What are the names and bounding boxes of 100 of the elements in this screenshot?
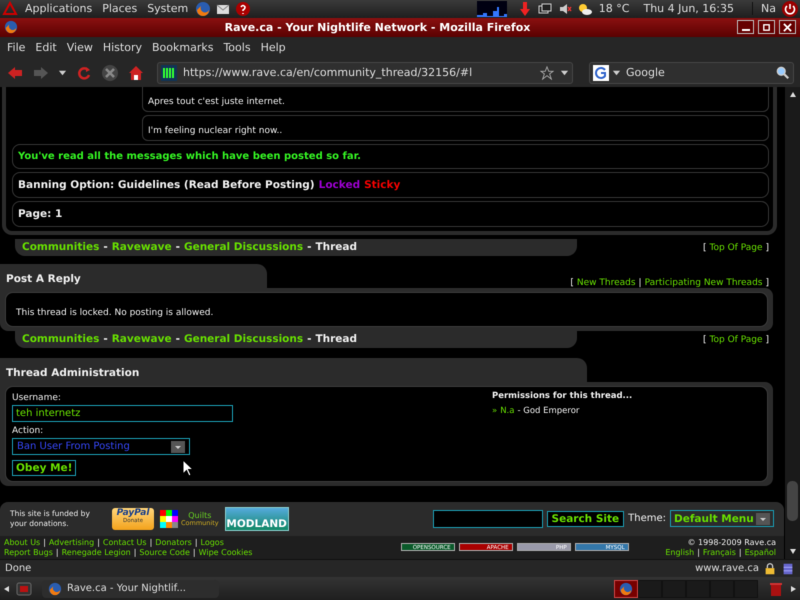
quilt-logo-icon[interactable]: [160, 510, 178, 528]
link-separator: |: [192, 548, 196, 557]
field-label: Username:: [12, 393, 61, 404]
address-field[interactable]: https://www.rave.ca/en/community_thread/32156/#l: [157, 62, 573, 84]
footer-link[interactable]: About Us: [4, 538, 40, 547]
breadcrumb-link[interactable]: Communities: [22, 333, 100, 346]
breadcrumb-link[interactable]: General Discussions: [184, 241, 304, 254]
footer-link[interactable]: Wipe Cookies: [198, 548, 252, 557]
modland-banner[interactable]: MODLAND: [224, 506, 289, 531]
breadcrumb-separator: -: [103, 241, 108, 254]
minimize-button[interactable]: [737, 20, 754, 34]
breadcrumb-link[interactable]: General Discussions: [184, 333, 304, 346]
search-site-button[interactable]: Search Site: [546, 510, 624, 527]
link-separator: |: [738, 548, 742, 557]
top-of-page-link[interactable]: Top Of Page: [710, 334, 762, 345]
submit-button[interactable]: Obey Me!: [12, 460, 76, 476]
permission-marker: »: [492, 406, 498, 416]
close-button[interactable]: [779, 20, 796, 34]
dropdown-icon[interactable]: [560, 68, 569, 78]
stop-icon[interactable]: [101, 64, 119, 82]
breadcrumb-link[interactable]: Communities: [22, 241, 100, 254]
menu-item[interactable]: Edit: [30, 41, 62, 54]
scrollbar[interactable]: [785, 87, 800, 560]
breadcrumb-separator: -: [176, 241, 180, 254]
firefox-icon: [4, 20, 18, 34]
breadcrumb-current: Thread: [315, 241, 358, 254]
thread-tag: Sticky: [364, 179, 400, 192]
menu-item[interactable]: Tools: [218, 41, 256, 54]
menu-item[interactable]: View: [62, 41, 98, 54]
mouse-cursor-icon: [182, 459, 194, 478]
url-text: https://www.rave.ca/en/community_thread/32156/#l: [183, 66, 474, 80]
panel-menu[interactable]: Applications: [22, 2, 96, 16]
breadcrumb-separator: -: [307, 333, 312, 346]
reply-text: Apres tout c'est juste internet.: [148, 97, 285, 108]
firefox-icon[interactable]: [619, 582, 633, 596]
panel-menu[interactable]: Places: [99, 2, 140, 16]
scroll-thumb[interactable]: [787, 481, 798, 522]
menu-item[interactable]: Help: [256, 41, 291, 54]
language-link[interactable]: English: [665, 548, 694, 557]
status-host: www.rave.ca: [695, 563, 759, 574]
lock-icon[interactable]: [763, 562, 777, 576]
firefox-icon[interactable]: [195, 0, 212, 17]
user-name[interactable]: Na: [752, 2, 778, 16]
link-separator: |: [697, 548, 700, 557]
power-icon[interactable]: [782, 0, 798, 17]
scroll-left-icon[interactable]: [2, 584, 12, 594]
thread-filter-link[interactable]: New Threads: [576, 278, 636, 288]
search-icon[interactable]: [776, 66, 790, 80]
link-separator: |: [638, 278, 642, 288]
clock[interactable]: Thu 4 Jun, 16:35: [641, 2, 736, 16]
user-link[interactable]: N.a: [500, 406, 514, 416]
scroll-right-icon[interactable]: [788, 584, 798, 594]
theme-dropdown[interactable]: Default Menu: [670, 510, 774, 528]
bracket: [: [703, 334, 707, 345]
minimize-icon: [742, 29, 750, 32]
menu-item[interactable]: History: [98, 41, 147, 54]
menu-item[interactable]: File: [2, 41, 30, 54]
search-field[interactable]: Google: [624, 65, 773, 80]
search-bar[interactable]: Google: [589, 62, 794, 84]
permissions-title: Permissions for this thread...: [492, 391, 632, 402]
breadcrumb-link[interactable]: Ravewave: [112, 241, 172, 254]
workspace-switcher[interactable]: [614, 580, 758, 598]
locked-message: This thread is locked. No posting is allowed.: [16, 308, 214, 318]
search-engine-icon[interactable]: [593, 64, 609, 81]
theme-label: Theme:: [628, 513, 666, 524]
language-link[interactable]: Français: [702, 548, 736, 557]
thread-tag: Locked: [318, 179, 360, 192]
panel-menu[interactable]: System: [144, 2, 192, 16]
footer-link[interactable]: Logos: [200, 538, 224, 547]
breadcrumb-separator: -: [176, 333, 180, 346]
maximize-button[interactable]: [758, 20, 775, 34]
help-icon[interactable]: [235, 0, 252, 17]
dropdown-icon[interactable]: [612, 68, 621, 78]
bracket: [: [703, 242, 707, 253]
star-icon[interactable]: [540, 66, 554, 80]
footer-link[interactable]: Advertising: [48, 538, 94, 547]
dropdown-icon[interactable]: [58, 68, 67, 78]
footer-link[interactable]: Renegade Legion: [62, 548, 131, 557]
thread-filter-link[interactable]: Participating New Threads: [644, 278, 762, 288]
breadcrumb-current: Thread: [315, 333, 358, 346]
footer-link[interactable]: Donators: [155, 538, 192, 547]
system-monitor-graph[interactable]: [476, 0, 507, 17]
language-link[interactable]: Español: [744, 548, 776, 557]
footer-link[interactable]: Contact Us: [102, 538, 147, 547]
breadcrumb-separator: -: [307, 241, 312, 254]
section-title: Post A Reply: [6, 273, 81, 286]
addon-icon[interactable]: [781, 562, 795, 576]
footer-link[interactable]: Report Bugs: [4, 548, 53, 557]
scroll-down-icon[interactable]: [788, 546, 798, 556]
bracket: ]: [765, 278, 769, 288]
temperature: 18 °C: [598, 2, 630, 16]
distro-logo-icon[interactable]: [2, 0, 18, 17]
footer-link[interactable]: Source Code: [139, 548, 190, 557]
top-of-page-link[interactable]: Top Of Page: [710, 242, 762, 253]
menu-item[interactable]: Bookmarks: [146, 41, 218, 54]
breadcrumb-link[interactable]: Ravewave: [112, 333, 172, 346]
taskbar-button[interactable]: Rave.ca - Your Nightlif...: [42, 580, 219, 598]
site-search-field[interactable]: [432, 510, 543, 528]
username-field[interactable]: teh internetz: [12, 405, 233, 422]
home-icon[interactable]: [127, 64, 145, 82]
